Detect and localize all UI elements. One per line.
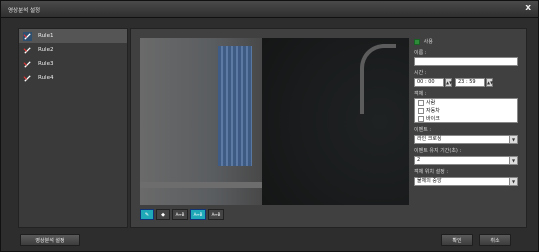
window-title: 영상분석 설정	[8, 8, 41, 14]
close-icon[interactable]: x	[525, 3, 531, 13]
preview-window	[218, 46, 252, 166]
rule-list: Rule1 Rule2 Rule3 Rule4	[18, 28, 128, 228]
rule-item-2[interactable]: Rule2	[19, 43, 127, 57]
rule-label: Rule1	[38, 33, 54, 39]
position-value: 물체의 중앙	[417, 178, 442, 184]
event-select[interactable]: 라인 크로싱 ▼	[414, 135, 518, 144]
chevron-down-icon[interactable]: ▼	[509, 178, 517, 185]
rule-line-icon	[23, 46, 31, 54]
duration-select[interactable]: 2 ▼	[414, 156, 518, 165]
ok-button[interactable]: 확인	[441, 234, 473, 246]
rule-item-3[interactable]: Rule3	[19, 57, 127, 71]
rule-line-icon	[23, 31, 32, 41]
duration-label: 이벤트 유지 기간(초) :	[414, 148, 462, 154]
drawing-toolbar: ✎ ◆ A↔B A↔B A↔B	[140, 209, 224, 221]
direction-ab-button[interactable]: A↔B	[172, 209, 188, 220]
chevron-down-icon[interactable]: ▼	[509, 157, 517, 164]
direction-ba-button[interactable]: A↔B	[208, 209, 224, 220]
event-value: 라인 크로싱	[417, 136, 442, 142]
rule-line-icon	[23, 60, 31, 68]
rule-label: Rule2	[38, 47, 54, 53]
camera-preview[interactable]	[140, 38, 409, 205]
object-checkbox[interactable]	[418, 99, 424, 106]
use-row[interactable]: 사용	[414, 38, 433, 45]
name-input[interactable]	[414, 57, 518, 66]
cancel-button[interactable]: 취소	[479, 234, 511, 246]
use-label: 사용	[423, 39, 433, 45]
position-label: 객체 위치 설정 :	[414, 169, 449, 175]
analysis-settings-button[interactable]: 영상분석 설정	[20, 234, 80, 246]
name-label: 이름 :	[414, 50, 427, 56]
rule-item-1[interactable]: Rule1	[19, 29, 127, 43]
rule-label: Rule4	[38, 75, 54, 81]
rule-editor-panel: ✎ ◆ A↔B A↔B A↔B 사용 이름 : 시간 : 00 : 00 ▲▼ …	[130, 28, 527, 228]
preview-lamp	[360, 44, 396, 114]
direction-both-button[interactable]: A↔B	[190, 209, 206, 220]
object-checkbox[interactable]	[418, 115, 424, 122]
preview-sill	[140, 182, 262, 188]
object-item-person[interactable]: 사람	[415, 99, 517, 107]
event-label: 이벤트 :	[414, 127, 432, 133]
end-time-spinner[interactable]: ▲▼	[486, 78, 493, 87]
object-checkbox[interactable]	[418, 107, 424, 114]
end-time-input[interactable]: 23 : 59	[455, 78, 485, 87]
position-select[interactable]: 물체의 중앙 ▼	[414, 177, 518, 186]
object-item-bike[interactable]: 바이크	[415, 115, 517, 123]
rule-label: Rule3	[38, 61, 54, 67]
chevron-down-icon[interactable]: ▼	[509, 136, 517, 143]
rule-item-4[interactable]: Rule4	[19, 71, 127, 85]
object-label: 객체 :	[414, 91, 427, 97]
rule-line-icon	[23, 74, 31, 82]
object-item-car[interactable]: 자동차	[415, 107, 517, 115]
eraser-icon[interactable]: ◆	[156, 209, 170, 220]
duration-value: 2	[417, 157, 421, 163]
time-label: 시간 :	[414, 70, 427, 76]
object-list[interactable]: 사람 자동차 바이크	[414, 98, 518, 123]
start-time-input[interactable]: 00 : 00	[414, 78, 444, 87]
title-bar: 영상분석 설정 x	[1, 1, 538, 18]
use-checkbox[interactable]	[414, 38, 420, 45]
pencil-icon[interactable]: ✎	[140, 209, 154, 220]
start-time-spinner[interactable]: ▲▼	[445, 78, 452, 87]
analysis-settings-window: 영상분석 설정 x Rule1 Rule2 Rule3 Rule4 ✎ ◆ A↔…	[0, 0, 539, 252]
